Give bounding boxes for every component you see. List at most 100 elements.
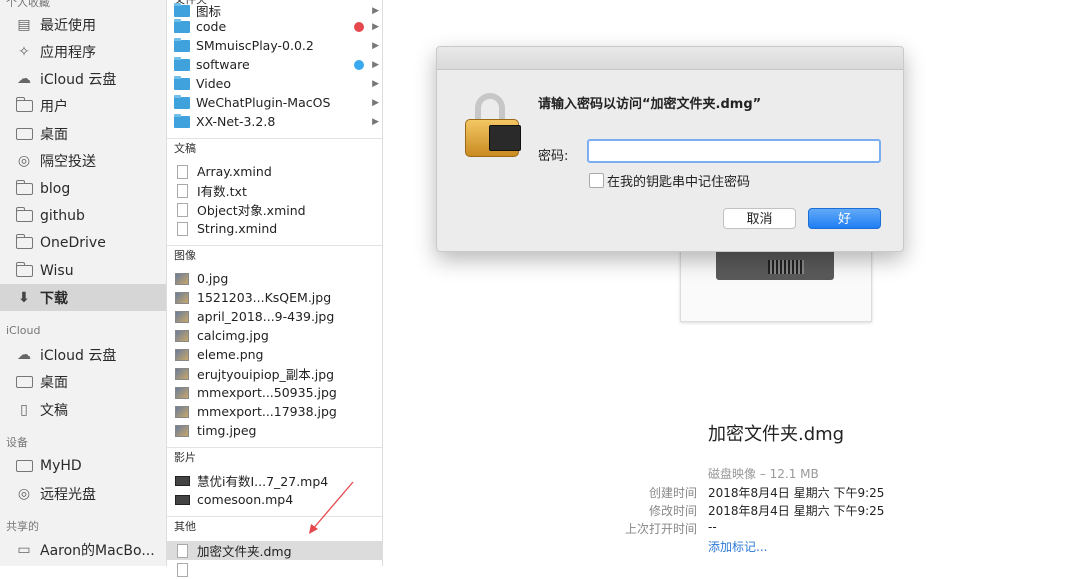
documents-icon: ▯ [20,401,28,418]
sidebar-item-blog[interactable]: blog [0,175,166,202]
sidebar-item-icloud-drive[interactable]: ☁ iCloud 云盘 [0,65,166,92]
list-item[interactable]: software ▶ [167,55,382,74]
sidebar: 个人收藏 ▤ 最近使用 ✧ 应用程序 ☁ iCloud 云盘 用户 桌面 ◎ 隔… [0,0,167,566]
chevron-right-icon: ▶ [372,78,379,89]
chevron-right-icon: ▶ [372,5,379,16]
list-item-label: 加密文件夹.dmg [197,544,292,559]
sidebar-section-icloud: iCloud [6,324,41,337]
disc-icon: ◎ [17,485,31,502]
list-item[interactable] [167,560,382,579]
sidebar-item-label: 隔空投送 [40,153,96,170]
sidebar-item-desktop[interactable]: 桌面 [0,120,166,147]
sidebar-item-documents[interactable]: ▯ 文稿 [0,396,166,423]
list-item[interactable]: Video ▶ [167,74,382,93]
list-item[interactable]: SMmuiscPlay-0.0.2 ▶ [167,36,382,55]
sidebar-section-shared: 共享的 [6,520,39,533]
sidebar-item-airdrop[interactable]: ◎ 隔空投送 [0,147,166,174]
sidebar-item-label: iCloud 云盘 [40,347,117,364]
disk-image-icon [177,543,188,558]
hard-disk-icon [15,458,33,474]
sidebar-item-users[interactable]: 用户 [0,92,166,119]
document-icon [177,202,188,217]
sidebar-item-icloud-drive-2[interactable]: ☁ iCloud 云盘 [0,341,166,368]
list-item[interactable]: XX-Net-3.2.8 ▶ [167,112,382,131]
dialog-titlebar [437,47,903,70]
sidebar-item-wisu[interactable]: Wisu [0,257,166,284]
list-item[interactable]: Array.xmind [167,162,382,181]
remember-label[interactable]: 在我的钥匙串中记住密码 [607,171,750,190]
list-item-label: april_2018...9-439.jpg [197,309,335,324]
folder-icon [174,56,190,71]
recents-icon: ▤ [17,16,31,33]
list-item[interactable]: erujtyouipiop_副本.jpg [167,364,382,383]
desktop-icon [15,126,33,142]
sidebar-item-label: 最近使用 [40,17,96,34]
list-item[interactable]: timg.jpeg [167,421,382,440]
folder-icon [15,96,33,114]
list-item-label: WeChatPlugin-MacOS [196,95,331,110]
sidebar-item-remote-disc[interactable]: ◎ 远程光盘 [0,480,166,507]
image-icon [175,348,189,361]
sidebar-item-label: 远程光盘 [40,486,96,503]
list-item[interactable]: 慧优i有数I...7_27.mp4 [167,471,382,490]
password-field[interactable] [587,139,881,163]
list-item[interactable]: comesoon.mp4 [167,490,382,509]
list-item[interactable]: 1521203...KsQEM.jpg [167,288,382,307]
add-tags-link[interactable]: 添加标记... [708,538,767,555]
list-item[interactable]: code ▶ [167,17,382,36]
sidebar-item-onedrive[interactable]: OneDrive [0,229,166,256]
list-item[interactable]: eleme.png [167,345,382,364]
group-header-images: 图像 [167,245,382,265]
sidebar-item-label: github [40,207,85,224]
sidebar-section-favorites: 个人收藏 [6,0,50,9]
image-icon [175,424,189,437]
cloud-icon: ☁ [17,346,31,363]
list-item[interactable]: april_2018...9-439.jpg [167,307,382,326]
chevron-right-icon: ▶ [372,97,379,108]
sidebar-item-label: 文稿 [40,402,68,419]
list-item-selected[interactable]: 加密文件夹.dmg [167,541,382,560]
folder-icon [15,179,33,197]
sidebar-item-downloads[interactable]: ⬇ 下载 [0,284,166,311]
list-item-label: 0.jpg [197,271,229,286]
list-item[interactable]: I有数.txt [167,181,382,200]
sidebar-item-shared-computer[interactable]: ▭ Aaron的MacBo... [0,536,166,563]
list-item-label: code [196,19,227,34]
list-item[interactable]: 0.jpg [167,269,382,288]
list-item[interactable]: WeChatPlugin-MacOS ▶ [167,93,382,112]
sidebar-item-label: blog [40,180,71,197]
list-item[interactable]: String.xmind [167,219,382,238]
preview-filename: 加密文件夹.dmg [708,424,845,445]
list-item-label: software [196,57,250,72]
meta-label: 上次打开时间 [624,522,697,536]
cancel-button[interactable]: 取消 [723,208,796,229]
sidebar-item-applications[interactable]: ✧ 应用程序 [0,38,166,65]
meta-value: 2018年8月4日 星期六 下午9:25 [708,486,885,500]
image-icon [175,405,189,418]
document-icon [177,221,188,236]
list-item[interactable]: mmexport...17938.jpg [167,402,382,421]
tag-dot-blue [354,59,364,70]
list-item[interactable]: mmexport...50935.jpg [167,383,382,402]
list-item-label: timg.jpeg [197,423,257,438]
file-column: 文件夹 图标▶ code▶ SMmuiscPlay-0.0.2▶ softwar… [167,0,383,577]
airdrop-icon: ◎ [17,152,31,169]
folder-icon [174,94,190,109]
remember-checkbox[interactable] [589,173,604,188]
sidebar-item-label: 用户 [40,98,68,115]
list-item-label: mmexport...50935.jpg [197,385,337,400]
sidebar-item-myhd[interactable]: MyHD [0,452,166,479]
list-item[interactable]: Object对象.xmind [167,200,382,219]
list-item-label: XX-Net-3.2.8 [196,114,276,129]
sidebar-item-icloud-desktop[interactable]: 桌面 [0,368,166,395]
sidebar-item-label: 下载 [40,290,68,307]
sidebar-item-github[interactable]: github [0,202,166,229]
sidebar-item-recents[interactable]: ▤ 最近使用 [0,11,166,38]
list-item-label: Array.xmind [197,164,272,179]
list-item[interactable]: calcimg.jpg [167,326,382,345]
sidebar-item-label: 桌面 [40,374,68,391]
sidebar-item-label: Wisu [40,262,74,279]
ok-button[interactable]: 好 [808,208,881,229]
list-item-label: 1521203...KsQEM.jpg [197,290,332,305]
video-icon [175,494,190,505]
